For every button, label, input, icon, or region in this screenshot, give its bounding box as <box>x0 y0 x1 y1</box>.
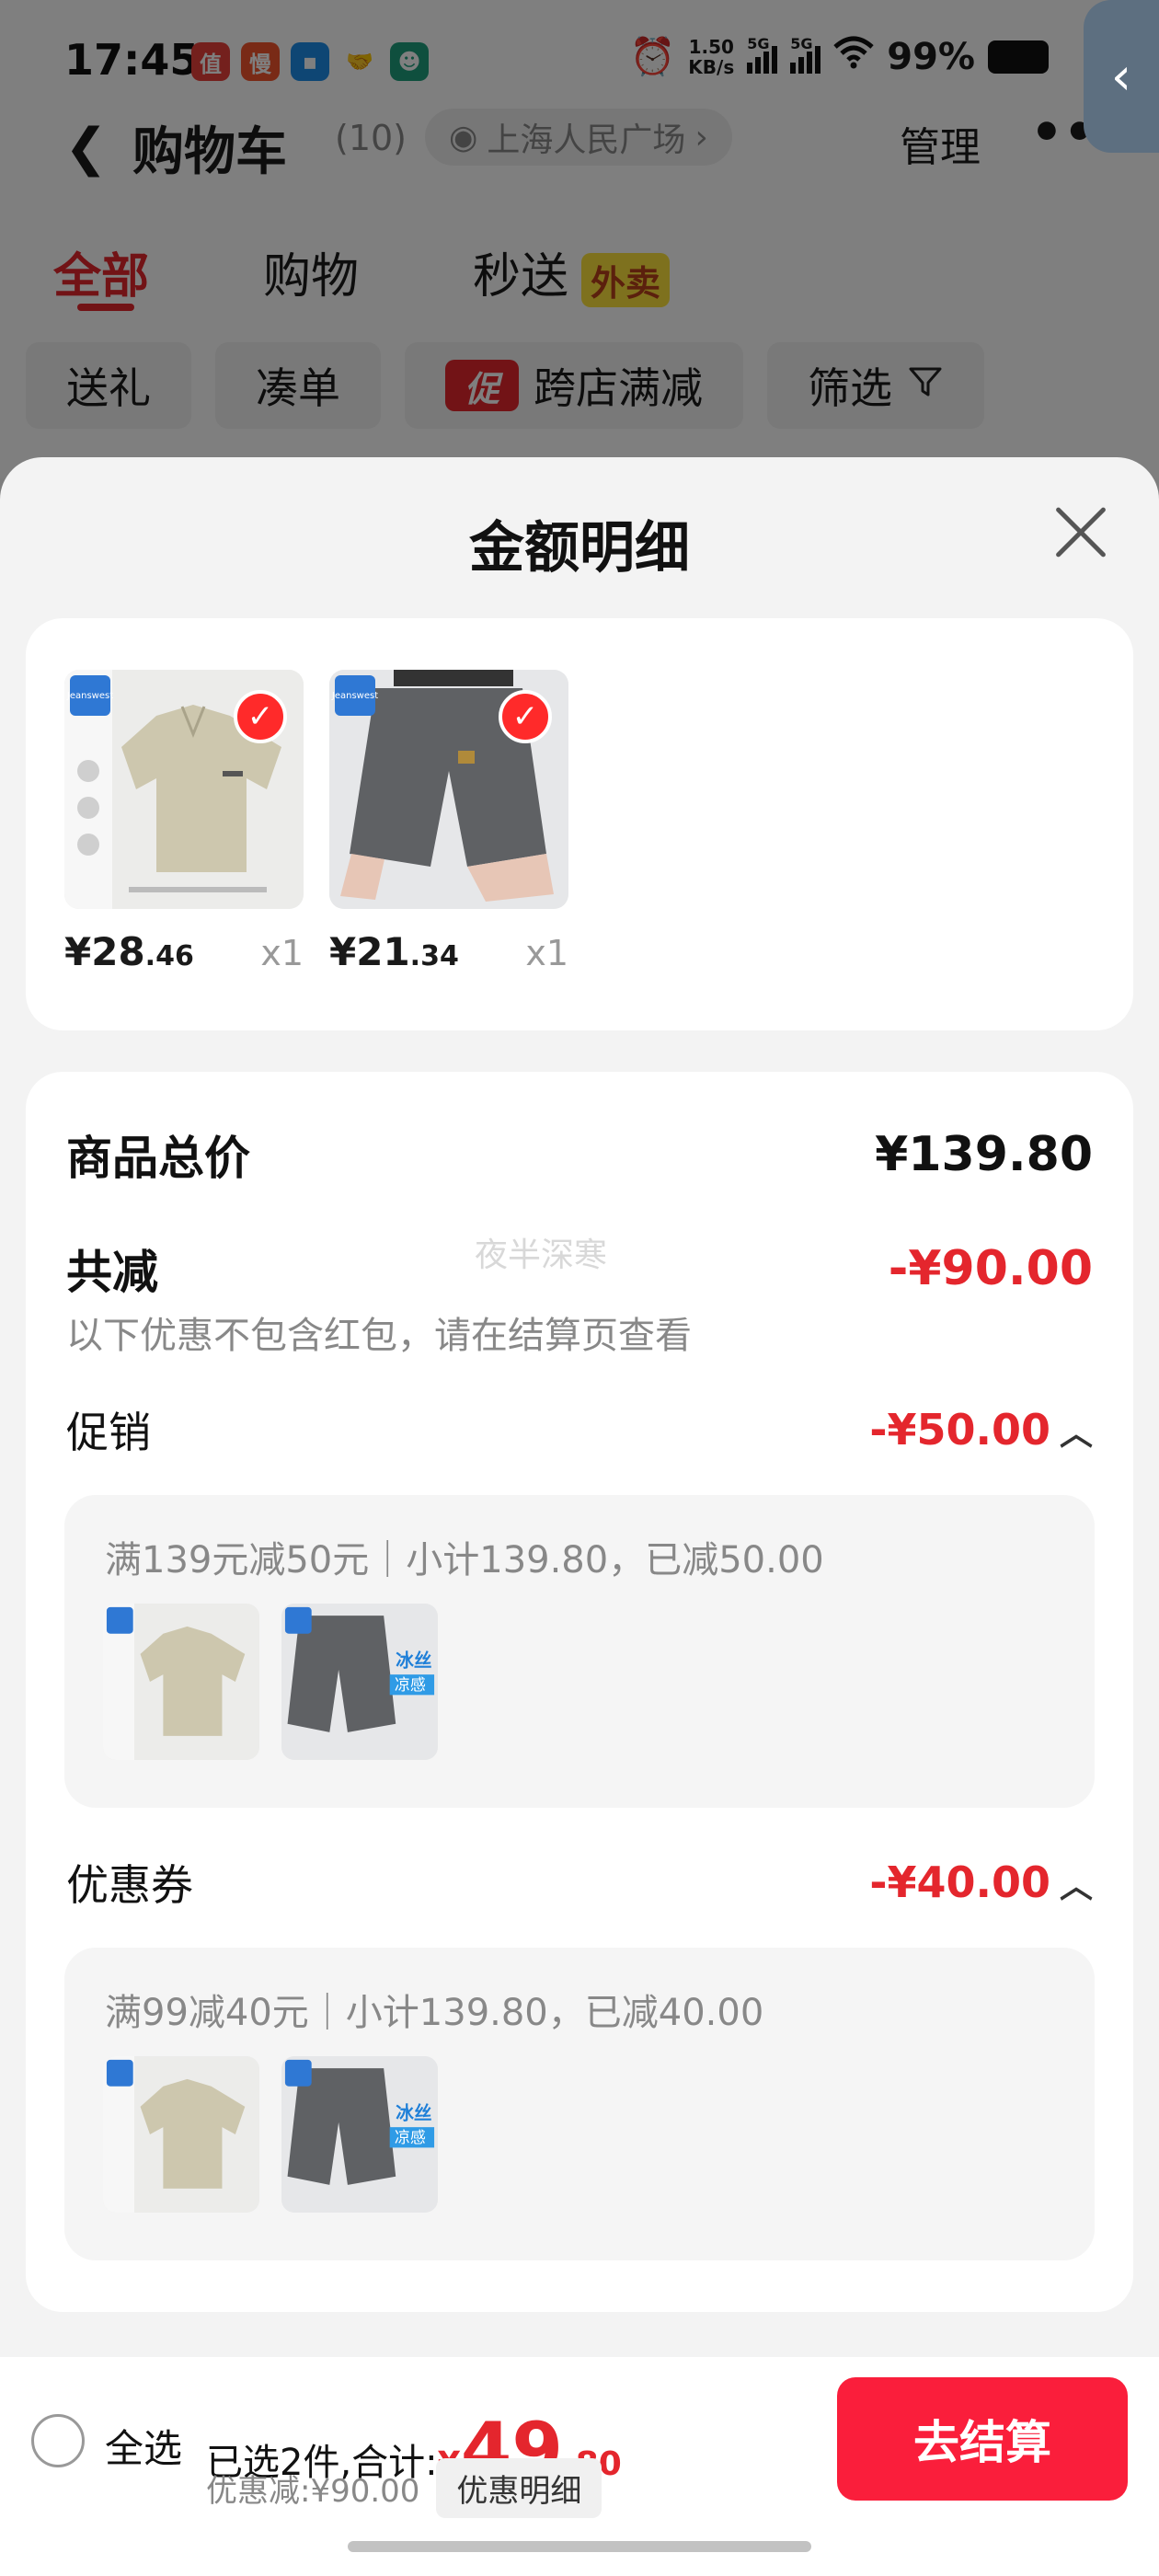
coupon-detail-box: 满99减40元｜小计139.80，已减40.00 冰丝凉感 <box>64 1948 1095 2260</box>
product-tag-ice-silk: 冰丝 <box>396 2103 431 2124</box>
chevron-left-icon: ‹ <box>1110 46 1132 107</box>
select-all-radio[interactable] <box>31 2414 85 2467</box>
checkmark-icon: ✓ <box>234 690 287 743</box>
total-label: 商品总价 <box>66 1132 250 1185</box>
product-image-polo: Jeanswest ✓ <box>64 670 304 909</box>
promotion-label: 促销 <box>66 1408 151 1457</box>
coupon-detail-text: 满99减40元｜小计139.80，已减40.00 <box>105 1992 764 2034</box>
product-price: ¥21.34 <box>329 929 459 974</box>
coupon-product-thumb: 冰丝 凉感 <box>281 2056 438 2213</box>
promotion-value: -¥50.00 ︿ <box>869 1405 1093 1455</box>
sheet-title: 金额明细 <box>469 516 690 581</box>
coupon-product-thumb <box>103 2056 259 2213</box>
promotion-product-thumb <box>103 1604 259 1760</box>
checkout-button[interactable]: 去结算 <box>837 2377 1128 2501</box>
coupon-value: -¥40.00 ︿ <box>869 1857 1093 1907</box>
product-qty: x1 <box>260 933 304 973</box>
product-image-shorts: Jeanswest ✓ <box>329 670 568 909</box>
reduce-row: 共减 -¥90.00 <box>66 1236 1093 1302</box>
close-icon[interactable] <box>1047 500 1113 566</box>
promotion-detail-box: 满139元减50元｜小计139.80，已减50.00 冰丝凉感 <box>64 1495 1095 1808</box>
promotion-product-thumb: 冰丝 凉感 <box>281 1604 438 1760</box>
product-tag-cool: 凉感 <box>395 2129 426 2147</box>
promotion-detail-text: 满139元减50元｜小计139.80，已减50.00 <box>105 1539 824 1581</box>
selected-products-card: Jeanswest ✓ ¥28.46 x1 Jeanswest ✓ ¥21.34 <box>26 618 1133 1030</box>
modal-overlay[interactable] <box>0 0 1159 478</box>
chevron-up-icon: ︿ <box>1059 1415 1093 1453</box>
discount-line: 优惠减:¥90.00 优惠明细 <box>206 2458 602 2518</box>
floating-side-tab[interactable]: ‹ <box>1084 0 1159 153</box>
product-price: ¥28.46 <box>64 929 194 974</box>
reduce-note: 以下优惠不包含红包，请在结算页查看 <box>66 1315 692 1357</box>
home-indicator <box>348 2541 811 2552</box>
reduce-label: 共减 <box>66 1246 158 1299</box>
coupon-label: 优惠券 <box>66 1860 193 1910</box>
product-tag-cool: 凉感 <box>395 1676 426 1695</box>
product-qty: x1 <box>525 933 568 973</box>
total-value: ¥139.80 <box>875 1127 1093 1182</box>
checkmark-icon: ✓ <box>499 690 552 743</box>
price-summary-card: 商品总价 ¥139.80 夜半深寒 共减 -¥90.00 以下优惠不包含红包，请… <box>26 1072 1133 2312</box>
product-tag-ice-silk: 冰丝 <box>396 1650 431 1672</box>
promotion-row[interactable]: 促销 -¥50.00 ︿ <box>66 1399 1093 1460</box>
total-row: 商品总价 ¥139.80 <box>66 1121 1093 1188</box>
amount-detail-sheet: 金额明细 Jeanswest ✓ ¥28.46 x1 Jeanswest ✓ ¥… <box>0 457 1159 2576</box>
chevron-up-icon: ︿ <box>1059 1868 1093 1905</box>
coupon-row[interactable]: 优惠券 -¥40.00 ︿ <box>66 1852 1093 1913</box>
product-item[interactable]: Jeanswest ✓ ¥28.46 x1 <box>64 670 304 974</box>
cart-page-background: 17:45 值 慢 ▪ 🤝 ☻ ⏰ 1.50 KB/s 5G 5G <box>0 0 1159 478</box>
product-item[interactable]: Jeanswest ✓ ¥21.34 x1 <box>329 670 568 974</box>
brand-logo-icon: Jeanswest <box>332 675 378 716</box>
brand-logo-icon: Jeanswest <box>67 675 113 716</box>
reduce-value: -¥90.00 <box>888 1241 1093 1296</box>
select-all-label[interactable]: 全选 <box>105 2418 182 2474</box>
discount-detail-button[interactable]: 优惠明细 <box>436 2458 602 2518</box>
discount-text: 优惠减:¥90.00 <box>206 2473 420 2510</box>
